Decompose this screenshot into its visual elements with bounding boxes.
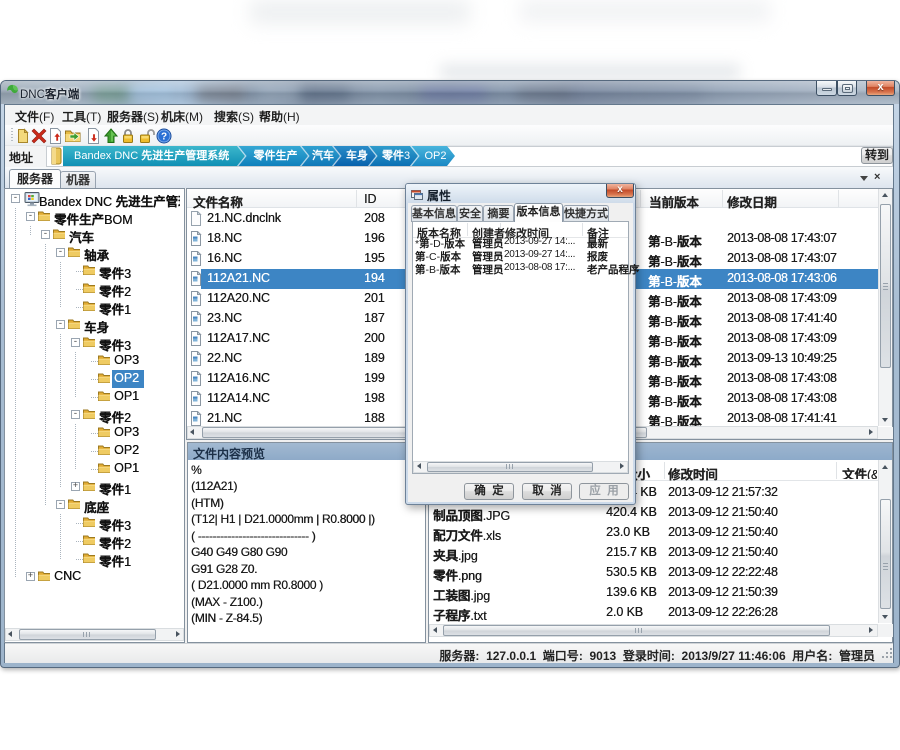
svg-text:?: ? xyxy=(161,132,167,143)
